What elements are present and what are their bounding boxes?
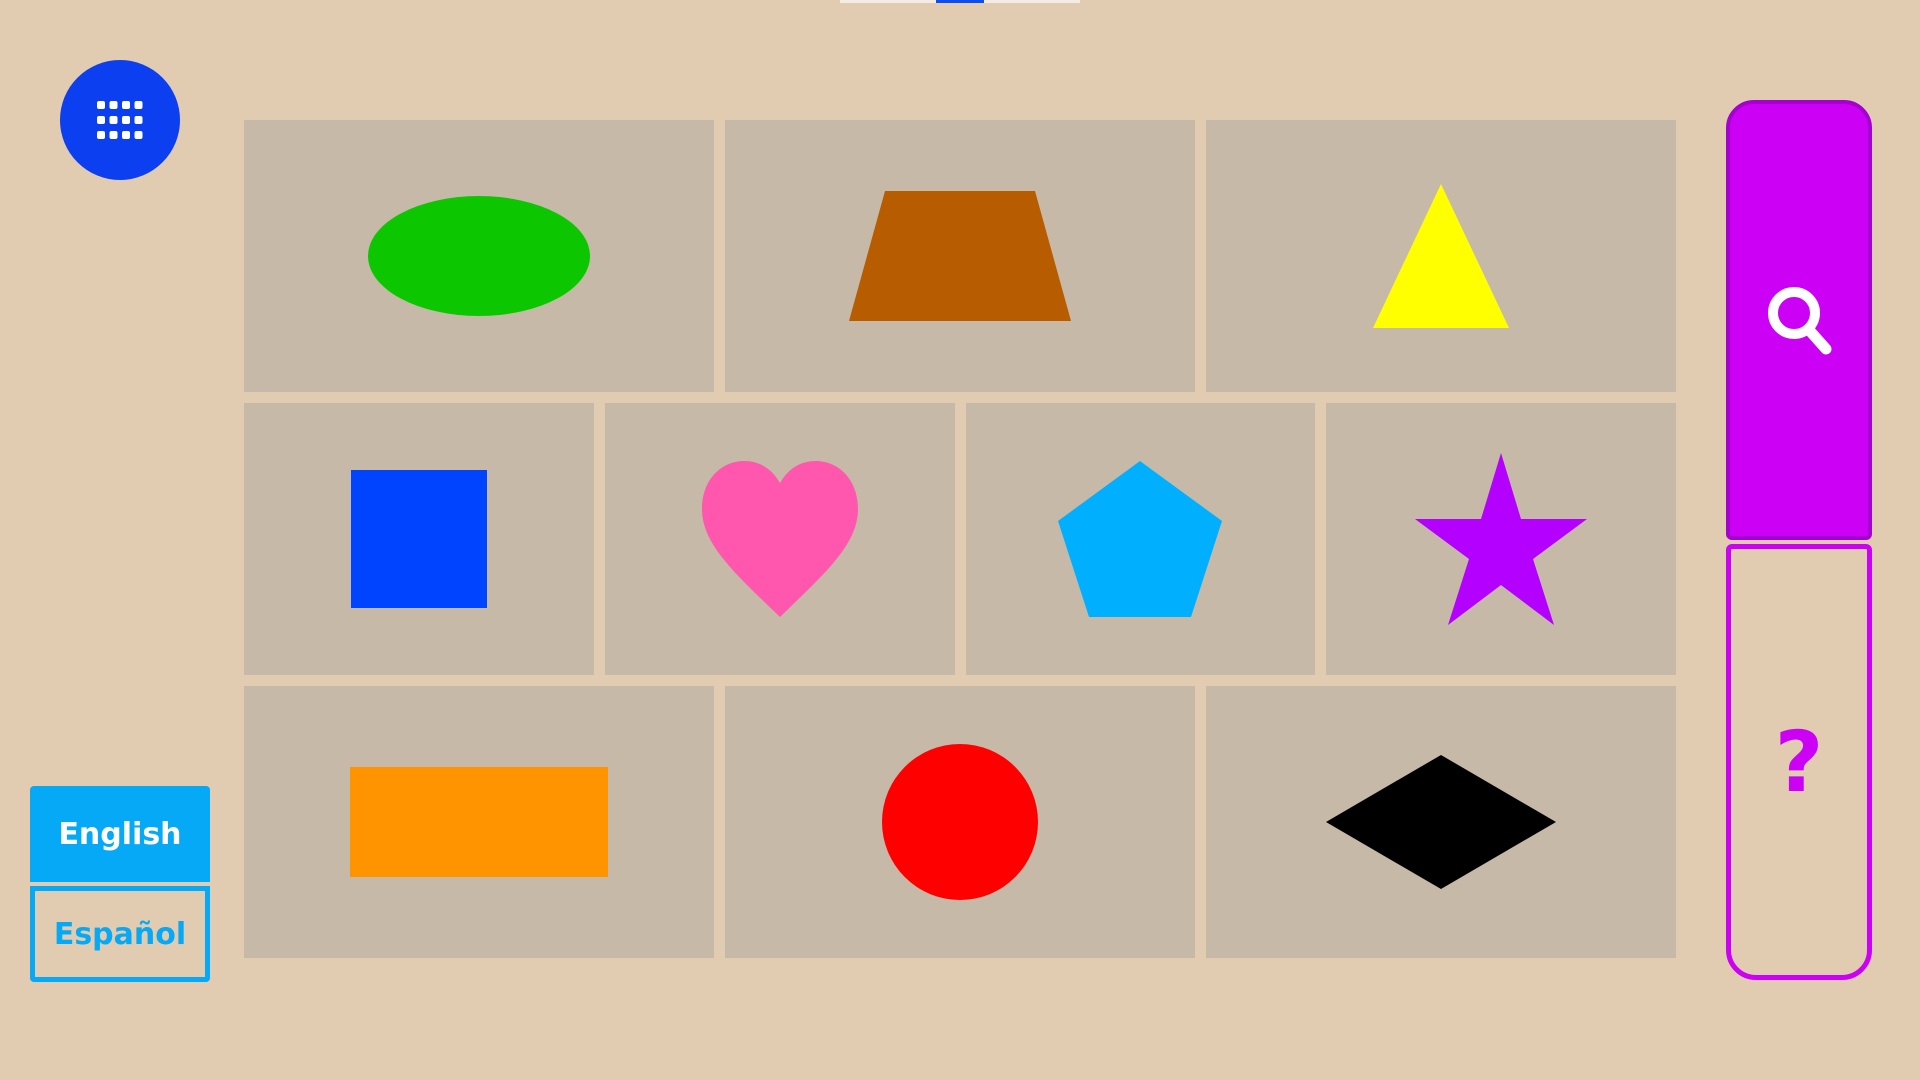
diamond-shape [1326, 755, 1556, 889]
tile-rectangle[interactable] [244, 686, 714, 958]
page-indicator [840, 0, 1080, 3]
tile-triangle[interactable] [1206, 120, 1676, 392]
tile-heart[interactable] [604, 403, 955, 675]
magnifier-icon [1768, 287, 1832, 355]
espanol-button[interactable]: Español [30, 886, 210, 982]
circle-fill [882, 744, 1038, 900]
heart-shape [701, 461, 858, 617]
star-fill [1415, 453, 1588, 625]
grid-menu-icon [97, 101, 143, 139]
tile-star[interactable] [1326, 403, 1676, 675]
side-panel: ? [1726, 100, 1872, 980]
oval-shape [368, 196, 590, 316]
shape-row-3 [244, 686, 1676, 958]
heart-fill [701, 461, 858, 617]
shape-row-1 [244, 120, 1676, 392]
rectangle-fill [350, 767, 608, 877]
tile-diamond[interactable] [1206, 686, 1676, 958]
triangle-fill [1373, 184, 1509, 328]
tile-pentagon[interactable] [965, 403, 1316, 675]
oval-fill [368, 196, 590, 316]
star-shape [1415, 453, 1588, 625]
square-fill [350, 470, 487, 608]
language-selector: English Español [30, 786, 210, 982]
help-button[interactable]: ? [1726, 544, 1872, 980]
triangle-shape [1373, 184, 1509, 328]
diamond-fill [1326, 755, 1556, 889]
search-button[interactable] [1726, 100, 1872, 540]
shape-grid [244, 120, 1676, 960]
tile-trapezoid[interactable] [725, 120, 1195, 392]
trapezoid-shape [849, 191, 1071, 321]
pentagon-shape [1058, 461, 1223, 617]
square-shape [350, 470, 487, 608]
menu-button[interactable] [60, 60, 180, 180]
rectangle-shape [350, 767, 608, 877]
tile-oval[interactable] [244, 120, 714, 392]
page-indicator-active [936, 0, 984, 3]
circle-shape [882, 744, 1038, 900]
tile-circle[interactable] [725, 686, 1195, 958]
tile-square[interactable] [244, 403, 594, 675]
trapezoid-fill [849, 191, 1071, 321]
shape-row-2 [244, 403, 1676, 675]
pentagon-fill [1058, 461, 1223, 617]
question-mark-icon: ? [1774, 713, 1824, 811]
english-button[interactable]: English [30, 786, 210, 882]
